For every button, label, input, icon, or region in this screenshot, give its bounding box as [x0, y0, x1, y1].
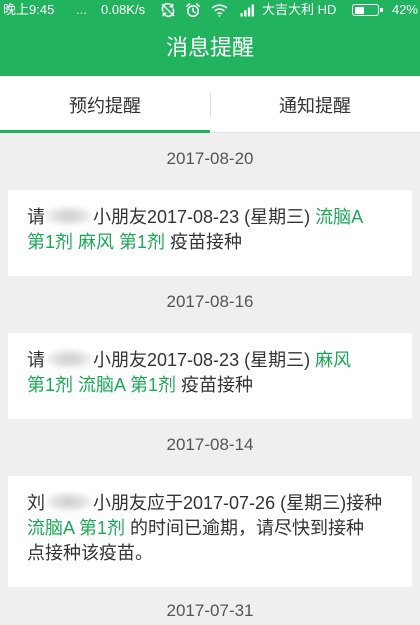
message-line: 点接种该疫苗。 — [27, 539, 393, 564]
message-text: 疫苗接种 — [165, 231, 243, 252]
signal-icon — [240, 3, 255, 17]
message-text: 疫苗接种 — [176, 374, 254, 395]
redacted-name — [45, 348, 93, 369]
vaccine-name: 第1剂 麻风 第1剂 — [27, 231, 166, 252]
tab-bar: 预约提醒 通知提醒 — [0, 76, 420, 133]
message-line: 请 小朋友2017-08-23 (星期三) 麻风 — [27, 346, 393, 371]
message-text: 小朋友应于2017-07-26 (星期三)接种 — [93, 492, 383, 513]
redacted-name — [45, 205, 93, 226]
battery-icon — [352, 4, 383, 16]
vaccine-name: 麻风 — [315, 349, 352, 370]
message-date: 2017-08-16 — [166, 292, 254, 311]
message-line: 请 小朋友2017-08-23 (星期三) 流脑A — [27, 203, 393, 228]
message-card: 请 小朋友2017-08-23 (星期三) 流脑A 第1剂 麻风 第1剂 疫苗接… — [8, 190, 412, 276]
status-bar: 晚上9:45 ... 0.08K/s 大吉大利 HD 42% — [0, 0, 420, 20]
battery-fill — [354, 6, 364, 14]
message-card: 刘 小朋友应于2017-07-26 (星期三)接种 流脑A 第1剂 的时间已逾期… — [8, 476, 412, 587]
vaccine-name: 流脑A 第1剂 — [27, 517, 126, 538]
message-date: 2017-08-14 — [166, 435, 254, 454]
top-bar: 晚上9:45 ... 0.08K/s 大吉大利 HD 42% 消息提醒 — [0, 0, 420, 76]
alarm-icon — [185, 2, 201, 18]
message-line: 第1剂 流脑A 第1剂 疫苗接种 — [27, 371, 393, 396]
message-text: 刘 — [27, 492, 45, 513]
wifi-icon — [211, 3, 228, 17]
battery-percent: 42% — [391, 2, 418, 17]
message-date: 2017-07-31 — [166, 601, 254, 620]
message-text: 点接种该疫苗。 — [27, 542, 153, 563]
message-text: 小朋友2017-08-23 (星期三) — [93, 349, 316, 370]
message-text: 小朋友2017-08-23 (星期三) — [93, 206, 316, 227]
vaccine-name: 第1剂 流脑A 第1剂 — [27, 374, 177, 395]
message-list[interactable]: 2017-08-20 请 小朋友2017-08-23 (星期三) 流脑A 第1剂… — [0, 133, 420, 625]
status-time: 晚上9:45 — [3, 2, 55, 17]
tab-label: 通知提醒 — [279, 95, 351, 116]
tab-notification-reminders[interactable]: 通知提醒 — [210, 76, 420, 133]
carrier-name: 大吉大利 HD — [262, 2, 337, 17]
message-text: 的时间已逾期，请尽快到接种 — [125, 517, 365, 538]
message-line: 刘 小朋友应于2017-07-26 (星期三)接种 — [27, 489, 393, 514]
network-speed: 0.08K/s — [101, 2, 146, 17]
sync-icon — [160, 2, 176, 18]
message-date: 2017-08-20 — [166, 149, 254, 168]
vaccine-name: 流脑A — [315, 206, 364, 227]
page-title: 消息提醒 — [165, 35, 254, 60]
app-screen: 晚上9:45 ... 0.08K/s 大吉大利 HD 42% 消息提醒 预约提醒… — [0, 0, 420, 625]
message-line: 流脑A 第1剂 的时间已逾期，请尽快到接种 — [27, 514, 393, 539]
status-overflow-dots: ... — [76, 2, 87, 17]
message-card: 请 小朋友2017-08-23 (星期三) 麻风 第1剂 流脑A 第1剂 疫苗接… — [8, 333, 412, 419]
tab-appointment-reminders[interactable]: 预约提醒 — [0, 76, 210, 133]
message-line: 第1剂 麻风 第1剂 疫苗接种 — [27, 228, 393, 253]
message-text: 请 — [27, 349, 45, 370]
tab-label: 预约提醒 — [69, 95, 141, 116]
message-text: 请 — [27, 206, 45, 227]
redacted-name — [45, 491, 93, 512]
